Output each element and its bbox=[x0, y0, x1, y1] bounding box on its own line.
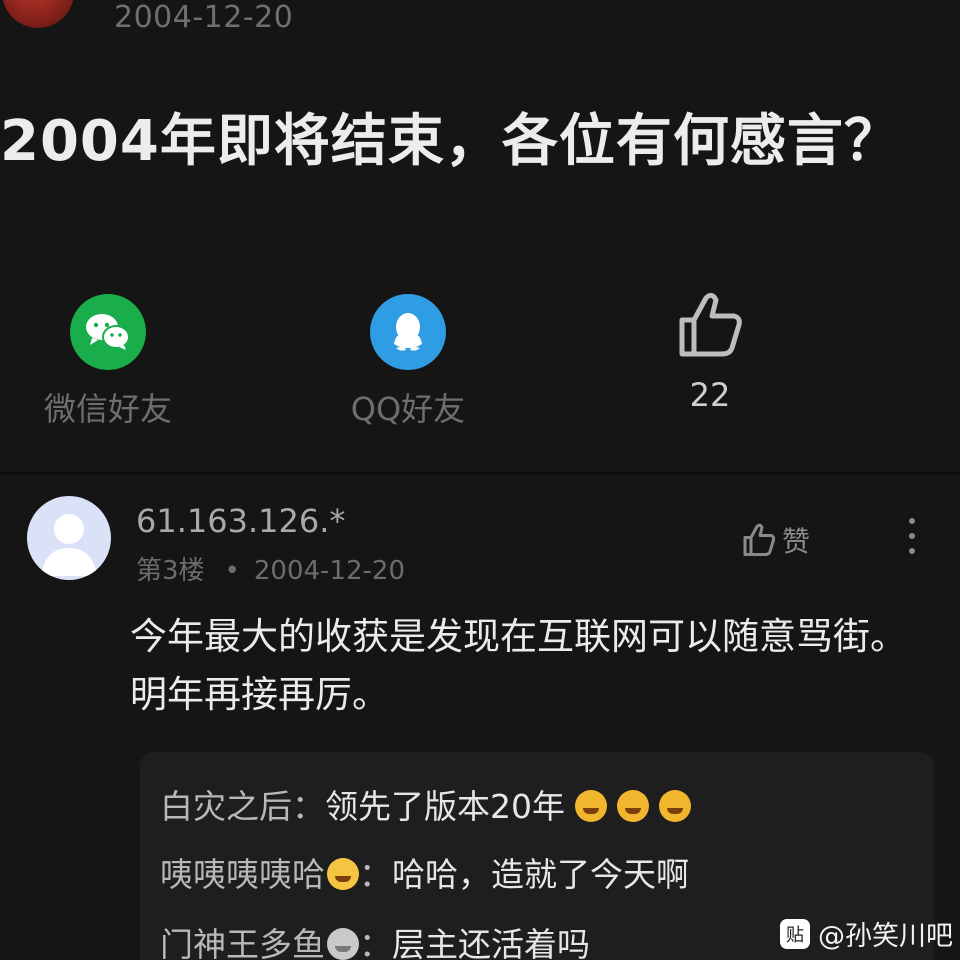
comment-like-button[interactable]: 赞 bbox=[742, 520, 810, 560]
reply-colon: ： bbox=[359, 855, 392, 894]
reply-user[interactable]: 咦咦咦咦哈 bbox=[160, 855, 325, 894]
reply-item[interactable]: 白灾之后：领先了版本20年 bbox=[160, 780, 691, 828]
author-avatar[interactable] bbox=[2, 0, 74, 28]
mouse-emoji bbox=[327, 928, 359, 960]
reply-user[interactable]: 门神王多鱼 bbox=[160, 925, 325, 960]
meta-separator: • bbox=[224, 556, 240, 586]
comment-meta: 第3楼 • 2004-12-20 bbox=[136, 550, 405, 587]
wechat-icon bbox=[70, 294, 146, 370]
post-date: 2004-12-20 bbox=[114, 0, 294, 35]
share-wechat-button[interactable]: 微信好友 bbox=[38, 294, 178, 430]
reply-text: 哈哈，造就了今天啊 bbox=[392, 855, 689, 894]
commenter-name[interactable]: 61.163.126.* bbox=[136, 502, 345, 540]
reply-colon: ： bbox=[359, 925, 392, 960]
more-options-icon[interactable] bbox=[900, 518, 924, 564]
grin-emoji bbox=[659, 790, 691, 822]
like-count: 22 bbox=[689, 376, 731, 414]
thumbs-up-icon bbox=[743, 523, 776, 556]
page: 2004-12-20 2004年即将结束，各位有何感言？ 微信好友 QQ好友 2… bbox=[0, 0, 960, 960]
thumbs-up-icon bbox=[660, 290, 760, 364]
grin-emoji bbox=[617, 790, 649, 822]
divider bbox=[0, 472, 960, 475]
laugh-cry-emoji bbox=[327, 858, 359, 890]
tieba-logo-icon: 贴 bbox=[780, 918, 810, 949]
floor-number: 第3楼 bbox=[136, 556, 205, 586]
comment-body: 今年最大的收获是发现在互联网可以随意骂街。明年再接再厉。 bbox=[130, 615, 907, 716]
watermark-text: @孙笑川吧 bbox=[818, 921, 953, 952]
qq-label: QQ好友 bbox=[350, 390, 466, 428]
wechat-label: 微信好友 bbox=[43, 390, 172, 428]
comment-date: 2004-12-20 bbox=[253, 556, 405, 586]
comment-like-label: 赞 bbox=[782, 525, 811, 558]
post-like-button[interactable]: 22 bbox=[660, 290, 760, 414]
reply-text: 层主还活着吗 bbox=[392, 925, 590, 960]
commenter-avatar[interactable] bbox=[27, 496, 111, 580]
share-qq-button[interactable]: QQ好友 bbox=[338, 294, 478, 430]
reply-item[interactable]: 咦咦咦咦哈 ：哈哈，造就了今天啊 bbox=[160, 848, 689, 896]
grin-emoji bbox=[575, 790, 607, 822]
reply-colon: ： bbox=[292, 787, 325, 826]
reply-text: 领先了版本20年 bbox=[325, 787, 565, 826]
qq-icon bbox=[370, 294, 446, 370]
post-title: 2004年即将结束，各位有何感言？ bbox=[0, 109, 901, 174]
watermark: 贴 @孙笑川吧 bbox=[780, 914, 953, 953]
reply-user[interactable]: 白灾之后 bbox=[160, 787, 292, 826]
reply-item[interactable]: 门神王多鱼 ：层主还活着吗 bbox=[160, 918, 590, 960]
